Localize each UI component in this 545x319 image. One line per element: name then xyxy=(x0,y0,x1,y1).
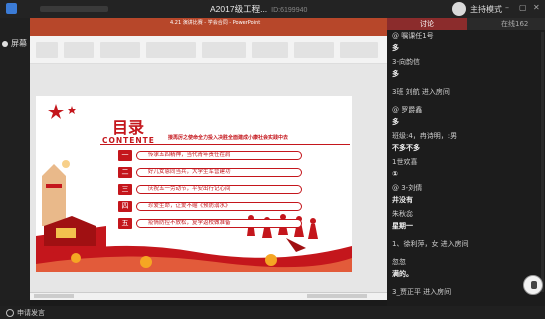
contents-item-number: 一 xyxy=(118,150,132,161)
slide-divider xyxy=(100,144,350,145)
contents-item-number: 五 xyxy=(118,218,132,229)
raise-hand-label: 申请发言 xyxy=(17,309,45,317)
chat-line: 多 xyxy=(392,70,399,78)
raise-hand-icon xyxy=(6,309,14,317)
screen-share-label: 屏幕 xyxy=(11,39,27,48)
chat-line: 3班 刘航 进入房间 xyxy=(392,88,450,96)
chat-line: 多 xyxy=(392,44,399,52)
chat-line: ① xyxy=(392,170,398,178)
contents-item-text: 珍爱生命，让爱不缩《预防溺水》 xyxy=(148,203,231,209)
ppt-status-bar xyxy=(30,292,387,300)
contents-item-number: 三 xyxy=(118,184,132,195)
contents-item-number: 四 xyxy=(118,201,132,212)
chat-line: 忽忽 xyxy=(392,258,406,266)
contents-item-text: 传承五四精神，当代青年责任在肩 xyxy=(148,152,231,158)
left-strip: 屏幕 xyxy=(0,18,30,300)
powerpoint-window: 4.21 演讲比赛 - 学会合同 - PowerPoint 目录 CONTENT… xyxy=(30,18,387,300)
chat-line: 多 xyxy=(392,118,399,126)
ppt-titlebar: 4.21 演讲比赛 - 学会合同 - PowerPoint xyxy=(30,18,387,28)
meeting-id: ID:6199940 xyxy=(271,7,308,14)
app-logo-icon xyxy=(6,3,17,14)
close-icon[interactable]: ✕ xyxy=(533,4,541,12)
chat-scrollbar[interactable] xyxy=(541,32,544,292)
host-mode-label: 主持模式 xyxy=(470,5,502,14)
chat-line: 不多不多 xyxy=(392,144,420,152)
panel-tabs: 讨论 在线162 xyxy=(387,18,545,30)
ppt-ribbon-tabs[interactable] xyxy=(30,28,387,43)
raise-hand-button[interactable]: 申请发言 xyxy=(6,308,45,318)
minimize-icon[interactable]: – xyxy=(505,4,513,12)
chat-line: @ 3-刘倩 xyxy=(392,184,423,192)
host-mode[interactable]: 主持模式 xyxy=(452,2,542,16)
chat-line: 3_贾正平 进入房间 xyxy=(392,288,452,296)
chat-list: @ 嘱课任1号 多 3-向韵信 多 3班 刘航 进入房间 @ 罗爵鑫 多 班级:… xyxy=(387,32,545,304)
slide[interactable]: 目录 CONTENTE 接再厉之使命全力投入决胜全面建成小康社会实践中去 一 传… xyxy=(36,96,352,272)
assistant-icon xyxy=(531,281,537,289)
contents-item-text: 好儿女恩同当兵，大学生军营建功 xyxy=(148,169,231,175)
ppt-title: 4.21 演讲比赛 - 学会合同 - PowerPoint xyxy=(170,20,261,26)
chat-line: 1、徐利萍，女 进入房间 xyxy=(392,240,469,248)
jumping-people-silhouette xyxy=(247,214,318,239)
contents-item-text: 疫情防控不放松，复学返校做准备 xyxy=(148,220,231,226)
tab-discussion[interactable]: 讨论 xyxy=(387,18,467,30)
ppt-ribbon[interactable] xyxy=(30,36,387,64)
screen-share-button[interactable]: 屏幕 xyxy=(2,38,27,49)
room-name-placeholder xyxy=(40,6,108,12)
slide-title: 目录 xyxy=(112,118,145,137)
side-panel: 讨论 在线162 @ 嘱课任1号 多 3-向韵信 多 3班 刘航 进入房间 @ … xyxy=(387,18,545,306)
maximize-icon[interactable]: ▢ xyxy=(519,4,527,12)
meeting-title: A2017级工程... ID:6199940 xyxy=(210,3,307,15)
floating-assistant-button[interactable] xyxy=(523,275,543,295)
screen-icon xyxy=(2,40,8,47)
contents-item-number: 二 xyxy=(118,167,132,178)
chat-line: @ 罗爵鑫 xyxy=(392,106,423,114)
contents-item-text: 庆祝五一劳动节，平安出行记心间 xyxy=(148,186,231,192)
chat-line: @ 嘱课任1号 xyxy=(392,32,434,40)
chat-line: 满的。 xyxy=(392,270,413,278)
meeting-title-text: A2017级工程... xyxy=(210,4,268,14)
bottom-bar: 申请发言 xyxy=(0,306,545,319)
chat-line: 朱秋惢 xyxy=(392,210,413,218)
star-decoration xyxy=(48,104,76,119)
live-classroom-window: A2017级工程... ID:6199940 主持模式 – ▢ ✕ 屏幕 4.21… xyxy=(0,0,545,319)
chat-line: 1世欢喜 xyxy=(392,158,418,166)
top-bar: A2017级工程... ID:6199940 主持模式 – ▢ ✕ xyxy=(0,0,545,18)
slide-headline: 接再厉之使命全力投入决胜全面建成小康社会实践中去 xyxy=(168,135,289,141)
chat-line: 井没有 xyxy=(392,196,413,204)
chat-line: 3-向韵信 xyxy=(392,58,420,66)
shared-screen: 4.21 演讲比赛 - 学会合同 - PowerPoint 目录 CONTENT… xyxy=(30,18,387,300)
host-avatar xyxy=(452,2,466,16)
tab-online[interactable]: 在线162 xyxy=(467,18,545,30)
chat-line: 星期一 xyxy=(392,222,413,230)
chat-line: 班级:4，冉诗明，:男 xyxy=(392,132,458,140)
ppt-canvas: 目录 CONTENTE 接再厉之使命全力投入决胜全面建成小康社会实践中去 一 传… xyxy=(30,64,387,292)
